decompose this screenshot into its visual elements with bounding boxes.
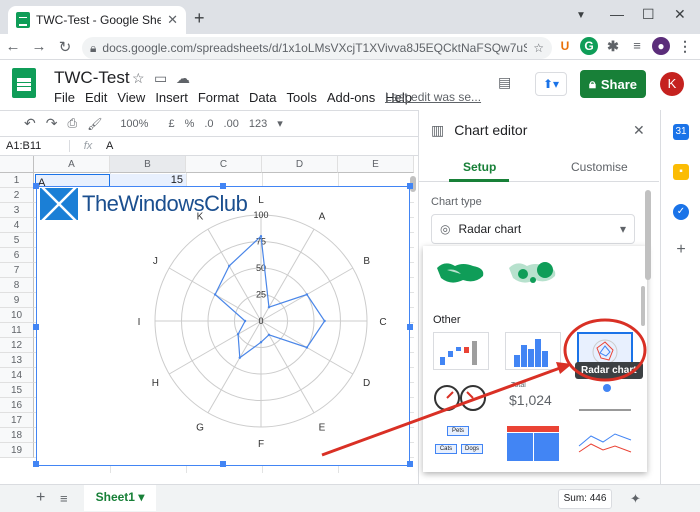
add-sheet-button[interactable]: + bbox=[36, 489, 45, 507]
sheet-tab-label: Sheet1 bbox=[95, 490, 135, 504]
side-panel-rail: 31 ▪ ✓ + bbox=[660, 110, 700, 484]
sheet-tab[interactable]: Sheet1 ▾ bbox=[84, 485, 156, 511]
keep-icon[interactable]: ▪ bbox=[673, 164, 689, 180]
tasks-icon[interactable]: ✓ bbox=[673, 204, 689, 220]
sum-display[interactable]: Sum: 446 bbox=[558, 489, 612, 509]
all-sheets-icon[interactable]: ≡ bbox=[60, 491, 68, 506]
annotation-overlay bbox=[321, 318, 647, 457]
chevron-down-icon: ▾ bbox=[138, 490, 145, 504]
add-addon-icon[interactable]: + bbox=[673, 242, 689, 258]
calendar-icon[interactable]: 31 bbox=[673, 124, 689, 140]
explore-icon[interactable]: ✦ bbox=[630, 491, 641, 507]
annotation-circle bbox=[563, 318, 647, 382]
annotation-arrow bbox=[321, 366, 561, 457]
sheet-tabs-bar: + ≡ Sheet1 ▾ Sum: 446 ✦ bbox=[0, 484, 700, 512]
